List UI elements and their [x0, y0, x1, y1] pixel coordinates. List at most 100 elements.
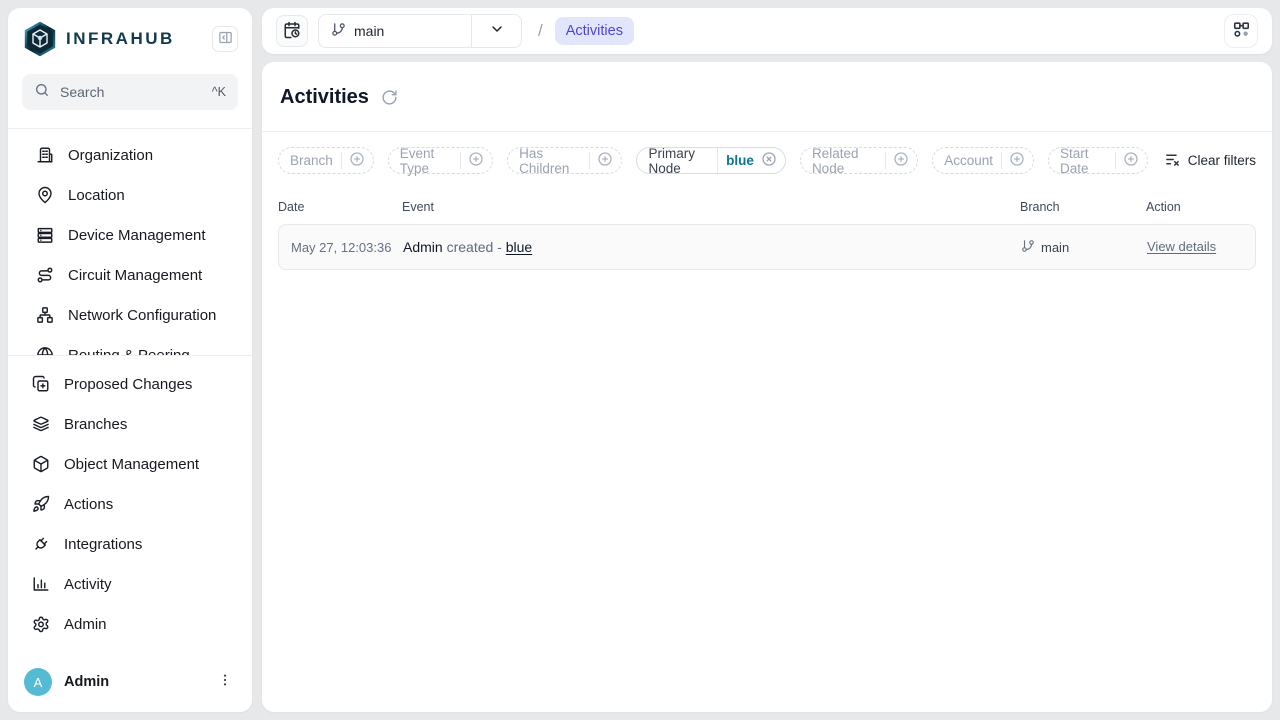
filter-chip-label: Start Date [1060, 146, 1107, 176]
chip-divider [1001, 152, 1002, 169]
rocket-icon [32, 495, 50, 513]
chip-divider [1115, 152, 1116, 169]
filter-chip-add-branch[interactable]: Branch [278, 147, 374, 174]
time-travel-button[interactable] [276, 15, 308, 47]
filter-chip-label: Account [944, 153, 993, 168]
infrahub-logo-icon [24, 22, 56, 56]
branch-name: main [354, 23, 384, 39]
page-title: Activities [280, 86, 369, 109]
chip-divider [341, 152, 342, 169]
search-input[interactable]: Search ^K [22, 74, 238, 110]
filter-chip-label: Primary Node [649, 146, 709, 176]
chevron-down-icon [489, 21, 505, 42]
branch-value: main [1041, 240, 1069, 255]
add-filter-icon[interactable] [468, 151, 484, 170]
column-header-action: Action [1146, 200, 1256, 214]
sidebar-item-branches[interactable]: Branches [8, 404, 252, 444]
remove-filter-icon[interactable] [754, 151, 777, 170]
sidebar: INFRAHUB Search ^K OrganizationLocationD… [8, 8, 252, 712]
filter-chip-add-start-date[interactable]: Start Date [1048, 147, 1148, 174]
event-verb: created - [447, 239, 502, 255]
sidebar-item-activity[interactable]: Activity [8, 564, 252, 604]
filter-chip-add-event-type[interactable]: Event Type [388, 147, 493, 174]
sidebar-item-label: Network Configuration [68, 307, 216, 324]
add-filter-icon[interactable] [893, 151, 909, 170]
sidebar-item-label: Activity [64, 576, 112, 593]
chip-divider [717, 148, 718, 173]
activities-table: Date Event Branch Action May 27, 12:03:3… [262, 186, 1272, 270]
sidebar-collapse-button[interactable] [212, 26, 238, 52]
breadcrumb-activities[interactable]: Activities [555, 17, 634, 45]
sidebar-item-device-management[interactable]: Device Management [8, 215, 252, 255]
sidebar-item-label: Routing & Peering [68, 347, 190, 356]
sidebar-item-circuit-management[interactable]: Circuit Management [8, 255, 252, 295]
filter-chip-add-account[interactable]: Account [932, 147, 1034, 174]
sidebar-item-routing-peering[interactable]: Routing & Peering [8, 335, 252, 355]
filter-chip-add-has-children[interactable]: Has Children [507, 147, 621, 174]
sidebar-item-label: Branches [64, 416, 127, 433]
add-filter-icon[interactable] [597, 151, 613, 170]
gear-icon [32, 615, 50, 633]
add-filter-icon[interactable] [1009, 151, 1025, 170]
git-branch-icon [331, 22, 354, 40]
filter-chip-label: Event Type [400, 146, 453, 176]
sidebar-item-actions[interactable]: Actions [8, 484, 252, 524]
clear-filters-button[interactable]: Clear filters [1164, 151, 1256, 171]
server-icon [36, 226, 54, 244]
column-header-branch: Branch [1020, 200, 1146, 214]
filter-chip-label: Branch [290, 153, 333, 168]
sidebar-item-proposed-changes[interactable]: Proposed Changes [8, 364, 252, 404]
sidebar-item-organization[interactable]: Organization [8, 135, 252, 175]
route-icon [36, 266, 54, 284]
cube-icon [32, 455, 50, 473]
sidebar-item-label: Admin [64, 616, 107, 633]
filter-x-icon [1164, 151, 1188, 171]
cell-branch: main [1021, 239, 1147, 256]
branch-selector-value[interactable]: main [319, 15, 471, 47]
calendar-clock-icon [283, 21, 301, 42]
panel-collapse-icon [218, 30, 233, 48]
sidebar-item-label: Integrations [64, 536, 142, 553]
building-icon [36, 146, 54, 164]
filter-chip-primary-node[interactable]: Primary Nodeblue [636, 147, 786, 174]
sidebar-item-object-management[interactable]: Object Management [8, 444, 252, 484]
user-menu-button[interactable] [214, 671, 236, 693]
column-header-date: Date [278, 200, 402, 214]
add-filter-icon[interactable] [349, 151, 365, 170]
kebab-icon [217, 672, 233, 693]
cell-date: May 27, 12:03:36 [291, 240, 403, 255]
sidebar-item-label: Proposed Changes [64, 376, 192, 393]
event-object-link[interactable]: blue [506, 239, 532, 255]
layers-icon [32, 415, 50, 433]
cell-event: Admin created - blue [403, 239, 1021, 255]
filter-chip-label: Related Node [812, 146, 877, 176]
view-details-link[interactable]: View details [1147, 239, 1216, 254]
breadcrumb-separator: / [538, 21, 543, 41]
branch-selector-caret[interactable] [471, 15, 521, 47]
sidebar-item-integrations[interactable]: Integrations [8, 524, 252, 564]
brand-name: INFRAHUB [66, 29, 212, 49]
table-row[interactable]: May 27, 12:03:36Admin created - blue main… [278, 224, 1256, 270]
cell-action: View details [1147, 238, 1255, 256]
nav-primary: OrganizationLocationDevice ManagementCir… [8, 129, 252, 355]
add-filter-icon[interactable] [1123, 151, 1139, 170]
nav-secondary: Proposed Changes Branches Object Managemen… [8, 356, 252, 644]
filter-chip-add-related-node[interactable]: Related Node [800, 147, 918, 174]
copy-diff-icon [32, 375, 50, 393]
filter-chip-label: Has Children [519, 146, 581, 176]
chip-divider [460, 152, 461, 169]
table-body: May 27, 12:03:36Admin created - blue main… [278, 224, 1256, 270]
refresh-button[interactable] [381, 89, 399, 107]
avatar: A [24, 668, 52, 696]
event-actor: Admin [403, 239, 443, 255]
schema-explorer-button[interactable] [1224, 14, 1258, 48]
sidebar-item-admin[interactable]: Admin [8, 604, 252, 644]
chip-divider [589, 152, 590, 169]
sidebar-item-location[interactable]: Location [8, 175, 252, 215]
search-placeholder: Search [60, 84, 212, 100]
sidebar-footer: A Admin [8, 656, 252, 712]
search-icon [34, 82, 50, 103]
branch-selector[interactable]: main [318, 14, 522, 48]
bar-chart-icon [32, 575, 50, 593]
sidebar-item-network-configuration[interactable]: Network Configuration [8, 295, 252, 335]
